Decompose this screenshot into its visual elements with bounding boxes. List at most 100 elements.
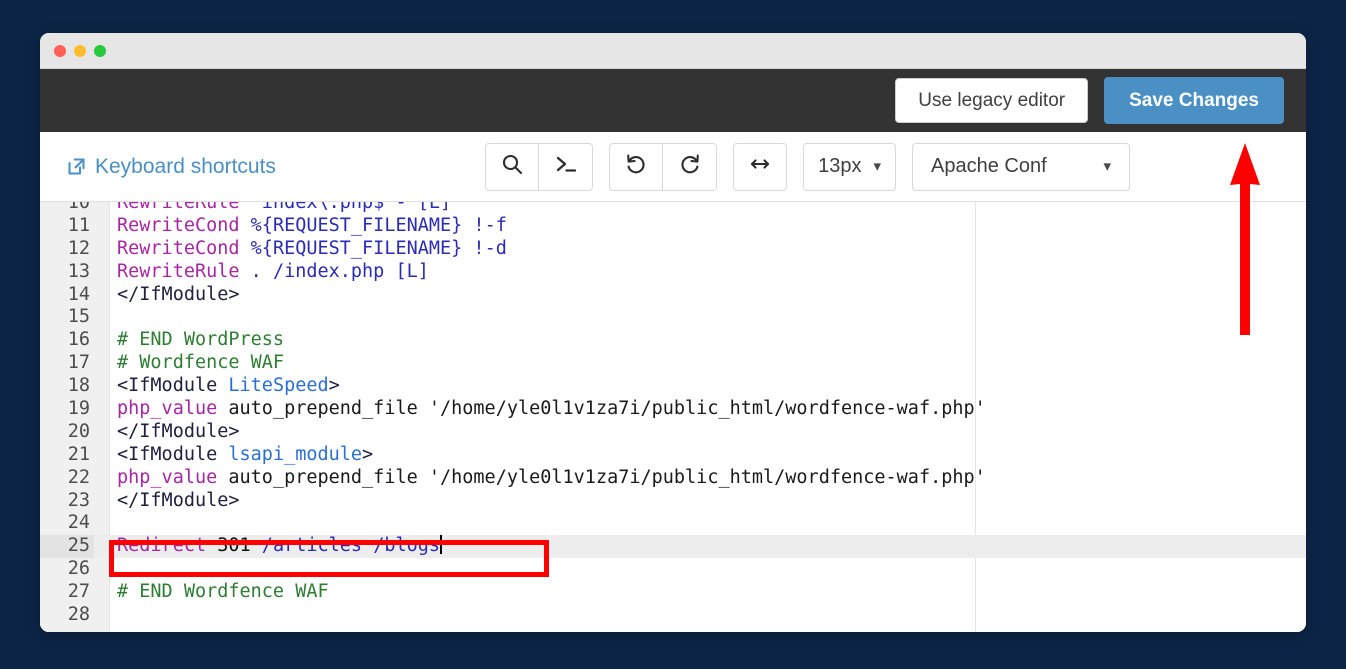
code-token: RewriteCond [117,215,240,236]
code-token: %{REQUEST_FILENAME} !-f [240,215,507,236]
editor-code-area[interactable]: 10 RewriteRule ^index\.php$ - [L] 11 Rewrit… [40,202,1306,632]
line-number: 15 [40,306,94,329]
code-line[interactable]: 24 [40,512,1306,535]
app-header-bar: Use legacy editor Save Changes [40,69,1306,132]
line-text: # END Wordfence WAF [117,581,329,604]
code-line[interactable]: 28 [40,604,1306,627]
code-token: /articles /blogs [251,535,440,556]
save-changes-button[interactable]: Save Changes [1104,77,1284,125]
code-line[interactable]: 27 # END Wordfence WAF [40,581,1306,604]
code-line[interactable]: 23 </IfModule> [40,490,1306,513]
undo-button[interactable] [609,143,663,191]
code-line[interactable]: 15 [40,306,1306,329]
command-palette-button[interactable] [539,143,593,191]
code-line[interactable]: 14</IfModule> [40,284,1306,307]
line-number: 10 [40,202,94,215]
line-number: 20 [40,421,94,444]
code-line[interactable]: 11 RewriteCond %{REQUEST_FILENAME} !-f [40,215,1306,238]
history-group [609,143,717,191]
code-editor[interactable]: 10 RewriteRule ^index\.php$ - [L] 11 Rewrit… [40,202,1306,632]
font-size-value: 13px [818,155,861,178]
code-token: <IfModule [117,444,228,465]
line-text: RewriteRule . /index.php [L] [117,261,429,284]
toolbar-controls: 13px ▾ Apache Conf ▾ [485,143,1290,191]
code-line[interactable]: 18 <IfModule LiteSpeed> [40,375,1306,398]
find-group [485,143,593,191]
line-text: # Wordfence WAF [117,352,284,375]
code-line[interactable]: 19 php_value auto_prepend_file '/home/yle… [40,398,1306,421]
line-text: RewriteCond %{REQUEST_FILENAME} !-d [117,238,507,261]
line-text: RewriteRule ^index\.php$ - [L] [117,202,451,215]
line-text: RewriteCond %{REQUEST_FILENAME} !-f [117,215,507,238]
redo-icon [678,152,702,181]
horizontal-arrows-icon [748,152,772,181]
line-number: 21 [40,444,94,467]
line-number: 17 [40,352,94,375]
external-link-icon [66,156,87,177]
line-text: Redirect 301 /articles /blogs [117,535,442,558]
console-icon [554,152,578,181]
line-number: 16 [40,329,94,352]
keyboard-shortcuts-label: Keyboard shortcuts [95,155,276,179]
search-icon [500,152,524,181]
window-close-button[interactable] [54,45,66,57]
code-token: # END Wordfence WAF [117,581,329,602]
undo-icon [624,152,648,181]
line-number: 19 [40,398,94,421]
toggle-word-wrap-button[interactable] [733,143,787,191]
code-line[interactable]: 25 Redirect 301 /articles /blogs [40,535,1306,558]
code-token: auto_prepend_file '/home/yle0l1v1za7i/pu… [217,398,986,419]
code-token: lsapi_module [228,444,362,465]
code-line[interactable]: 20 </IfModule> [40,421,1306,444]
code-token: Redirect [117,535,206,556]
code-token: > [362,444,373,465]
browser-window: Use legacy editor Save Changes Keyboard … [40,33,1306,632]
keyboard-shortcuts-link[interactable]: Keyboard shortcuts [66,155,276,179]
code-line[interactable]: 10 RewriteRule ^index\.php$ - [L] [40,202,1306,215]
line-text: </IfModule> [117,421,240,444]
font-size-select[interactable]: 13px ▾ [803,143,896,191]
line-number: 24 [40,512,94,535]
line-text: </IfModule> [117,284,240,307]
code-token: LiteSpeed [228,375,328,396]
line-number: 11 [40,215,94,238]
code-token: auto_prepend_file '/home/yle0l1v1za7i/pu… [217,467,986,488]
code-token: > [329,375,340,396]
code-line[interactable]: 17 # Wordfence WAF [40,352,1306,375]
line-number: 27 [40,581,94,604]
chevron-down-icon: ▾ [873,159,881,174]
text-cursor [440,535,442,554]
line-number: 12 [40,238,94,261]
syntax-mode-select[interactable]: Apache Conf ▾ [912,143,1130,191]
line-text: <IfModule lsapi_module> [117,444,373,467]
line-number: 28 [40,604,94,627]
line-text: </IfModule> [117,490,240,513]
code-line[interactable]: 22php_value auto_prepend_file '/home/yle… [40,467,1306,490]
line-number: 18 [40,375,94,398]
line-text: <IfModule LiteSpeed> [117,375,340,398]
chevron-down-icon: ▾ [1103,159,1111,174]
use-legacy-editor-button[interactable]: Use legacy editor [895,78,1088,124]
syntax-mode-value: Apache Conf [931,155,1047,178]
code-token: php_value [117,398,217,419]
code-token: </IfModule> [117,284,240,305]
code-token: </IfModule> [117,421,240,442]
line-number: 25 [40,535,94,558]
line-number: 23 [40,490,94,513]
code-line[interactable]: 13 RewriteRule . /index.php [L] [40,261,1306,284]
line-text: php_value auto_prepend_file '/home/yle0l… [117,398,986,421]
window-maximize-button[interactable] [94,45,106,57]
redo-button[interactable] [663,143,717,191]
code-line[interactable]: 26 [40,558,1306,581]
code-line[interactable]: 12 RewriteCond %{REQUEST_FILENAME} !-d [40,238,1306,261]
code-line[interactable]: 16# END WordPress [40,329,1306,352]
code-token: %{REQUEST_FILENAME} !-d [240,238,507,259]
code-line[interactable]: 21 <IfModule lsapi_module> [40,444,1306,467]
code-token: . /index.php [L] [240,261,429,282]
code-token: RewriteRule [117,202,240,213]
code-token: RewriteRule [117,261,240,282]
search-button[interactable] [485,143,539,191]
window-titlebar [40,33,1306,69]
line-number: 13 [40,261,94,284]
window-minimize-button[interactable] [74,45,86,57]
